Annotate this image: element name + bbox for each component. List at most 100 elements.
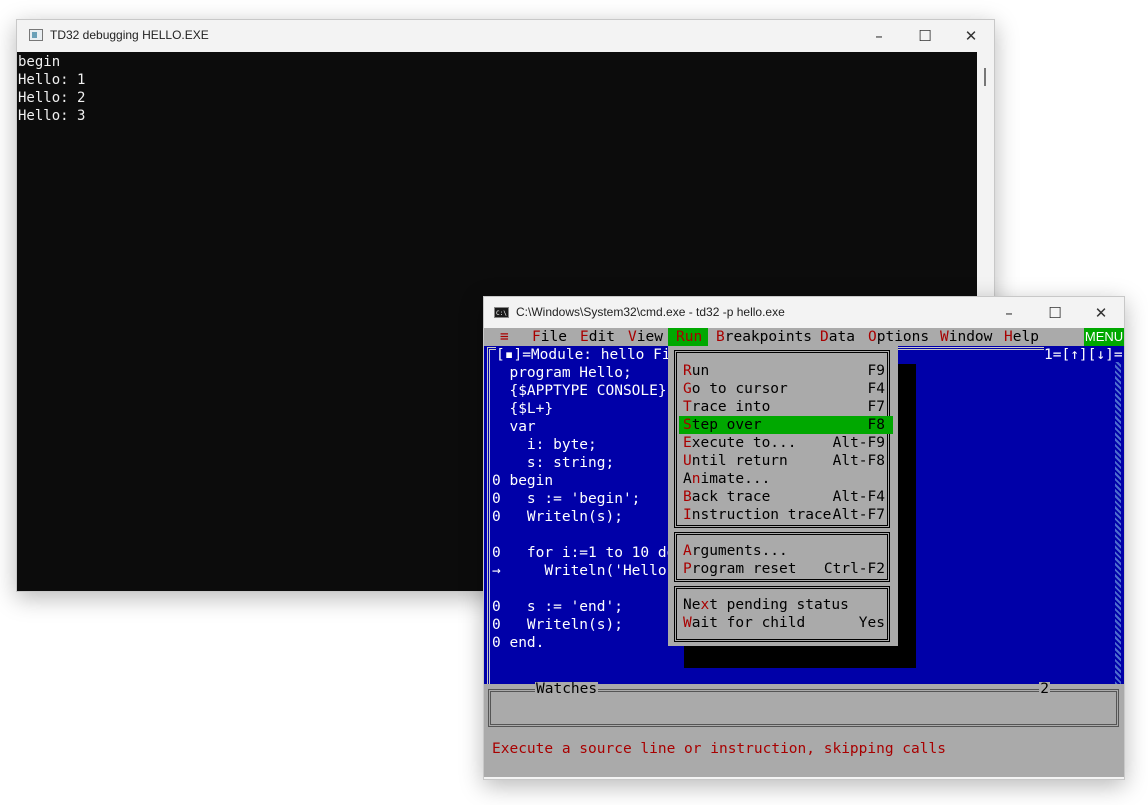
menu-view[interactable]: View [628,328,663,346]
hotkey: V [628,329,637,345]
menu-item-arguments[interactable]: Arguments... [679,542,893,560]
menu-edit[interactable]: Edit [580,328,615,346]
hotkey: R [683,363,692,379]
module-title-text: [▪]=Module: hello Fil [496,347,680,363]
menu-file[interactable]: File [532,328,567,346]
titlebar[interactable]: C:\ C:\Windows\System32\cmd.exe - td32 -… [484,297,1124,329]
menu-label: iew [636,329,663,345]
window-title: TD32 debugging HELLO.EXE [50,28,209,42]
hotkey: x [700,597,710,613]
shortcut: Alt-F7 [832,507,885,523]
hotkey: W [683,615,692,631]
hotkey: D [820,329,829,345]
hotkey: O [868,329,877,345]
menu-data[interactable]: Data [820,328,855,346]
menu-item-instruction-trace[interactable]: Instruction trace Alt-F7 [679,506,893,524]
item-label-prefix: Ne [683,597,701,613]
minimize-button[interactable]: – [986,297,1032,329]
item-label: ait for child [691,615,806,631]
item-label: o to cursor [691,381,788,397]
hotkey: R [676,329,685,345]
console-line: Hello: 1 [18,72,86,88]
menu-item-next-pending-status[interactable]: Next pending status [679,596,893,614]
close-button[interactable]: ✕ [1078,297,1124,329]
shortcut: Yes [858,615,885,631]
menu-item-wait-for-child[interactable]: Wait for child Yes [679,614,893,632]
code-line[interactable]: 0 Writeln(s); [492,616,623,634]
titlebar[interactable]: TD32 debugging HELLO.EXE – ☐ ✕ [17,20,994,52]
code-line[interactable]: program Hello; [492,364,631,382]
menu-item-execute-to[interactable]: Execute to... Alt-F9 [679,434,893,452]
hotkey: B [683,489,692,505]
menu-label: indow [948,329,993,345]
code-line[interactable]: 0 s := 'end'; [492,598,623,616]
console-app-icon [29,29,43,41]
code-line[interactable]: 0 Writeln(s); [492,508,623,526]
shortcut: Alt-F9 [832,435,885,451]
hotkey: A [683,543,692,559]
hotkey: W [940,329,949,345]
hotkey: U [683,453,692,469]
menu-help[interactable]: Help [1004,328,1039,346]
code-line[interactable]: {$L+} [492,400,553,418]
menu-item-step-over[interactable]: Step over F8 [679,416,893,434]
hotkey: E [683,435,692,451]
vertical-scrollbar[interactable] [1115,362,1121,684]
item-label: nstruction trace [691,507,832,523]
hotkey: P [683,561,692,577]
maximize-button[interactable]: ☐ [902,20,948,52]
scrollbar-thumb[interactable] [984,68,986,86]
code-line[interactable]: 0 for i:=1 to 10 do [492,544,675,562]
menu-item-until-return[interactable]: Until return Alt-F8 [679,452,893,470]
module-window-controls[interactable]: 1=[↑][↓]= [1044,346,1123,364]
menu-item-go-to-cursor[interactable]: Go to cursor F4 [679,380,893,398]
watches-window-number: 2 [1039,681,1050,697]
menu-label: dit [588,329,615,345]
menu-window[interactable]: Window [940,328,992,346]
cmd-icon: C:\ [494,307,509,318]
menu-item-back-trace[interactable]: Back trace Alt-F4 [679,488,893,506]
hotkey: F [532,329,541,345]
code-line[interactable]: 0 end. [492,634,544,652]
td32-debugger-window: C:\ C:\Windows\System32\cmd.exe - td32 -… [483,296,1125,780]
shortcut: Alt-F4 [832,489,885,505]
menu-label: elp [1012,329,1039,345]
menu-item-run[interactable]: Run F9 [679,362,893,380]
watches-window[interactable]: Watches 2 [488,682,1119,727]
hotkey: G [683,381,692,397]
code-line[interactable]: 0 begin [492,472,553,490]
code-line-current[interactable]: → Writeln('Hello: [492,562,675,580]
menu-item-trace-into[interactable]: Trace into F7 [679,398,893,416]
hotkey: E [580,329,589,345]
turbo-debugger-screen[interactable]: ≡ File Edit View Run Breakpoints Data Op… [484,328,1124,777]
console-line: Hello: 3 [18,108,86,124]
module-title: [▪]=Module: hello Fil [496,346,680,364]
shortcut: Alt-F8 [832,453,885,469]
item-label: rogram reset [691,561,797,577]
code-line[interactable]: {$APPTYPE CONSOLE} [492,382,666,400]
shortcut: F4 [867,381,885,397]
menu-item-animate[interactable]: Animate... [679,470,893,488]
minimize-button[interactable]: – [856,20,902,52]
code-line[interactable]: 0 s := 'begin'; [492,490,640,508]
item-label: xecute to... [691,435,797,451]
close-button[interactable]: ✕ [948,20,994,52]
console-line: Hello: 2 [18,90,86,106]
shortcut: F8 [867,417,885,433]
code-line[interactable]: var [492,418,535,436]
mode-indicator: MENU [1084,328,1124,346]
item-label: ack trace [691,489,771,505]
shortcut: F7 [867,399,885,415]
maximize-button[interactable]: ☐ [1032,297,1078,329]
code-line[interactable]: s: string; [492,454,614,472]
menu-options[interactable]: Options [868,328,929,346]
item-label: imate... [700,471,771,487]
code-line[interactable]: i: byte; [492,436,597,454]
item-label: ntil return [691,453,788,469]
system-menu-icon[interactable]: ≡ [500,328,509,346]
menu-breakpoints[interactable]: Breakpoints [716,328,812,346]
menu-run[interactable]: Run [668,328,708,346]
menu-item-program-reset[interactable]: Program reset Ctrl-F2 [679,560,893,578]
watches-title: Watches [535,681,599,697]
item-label: un [691,363,710,379]
